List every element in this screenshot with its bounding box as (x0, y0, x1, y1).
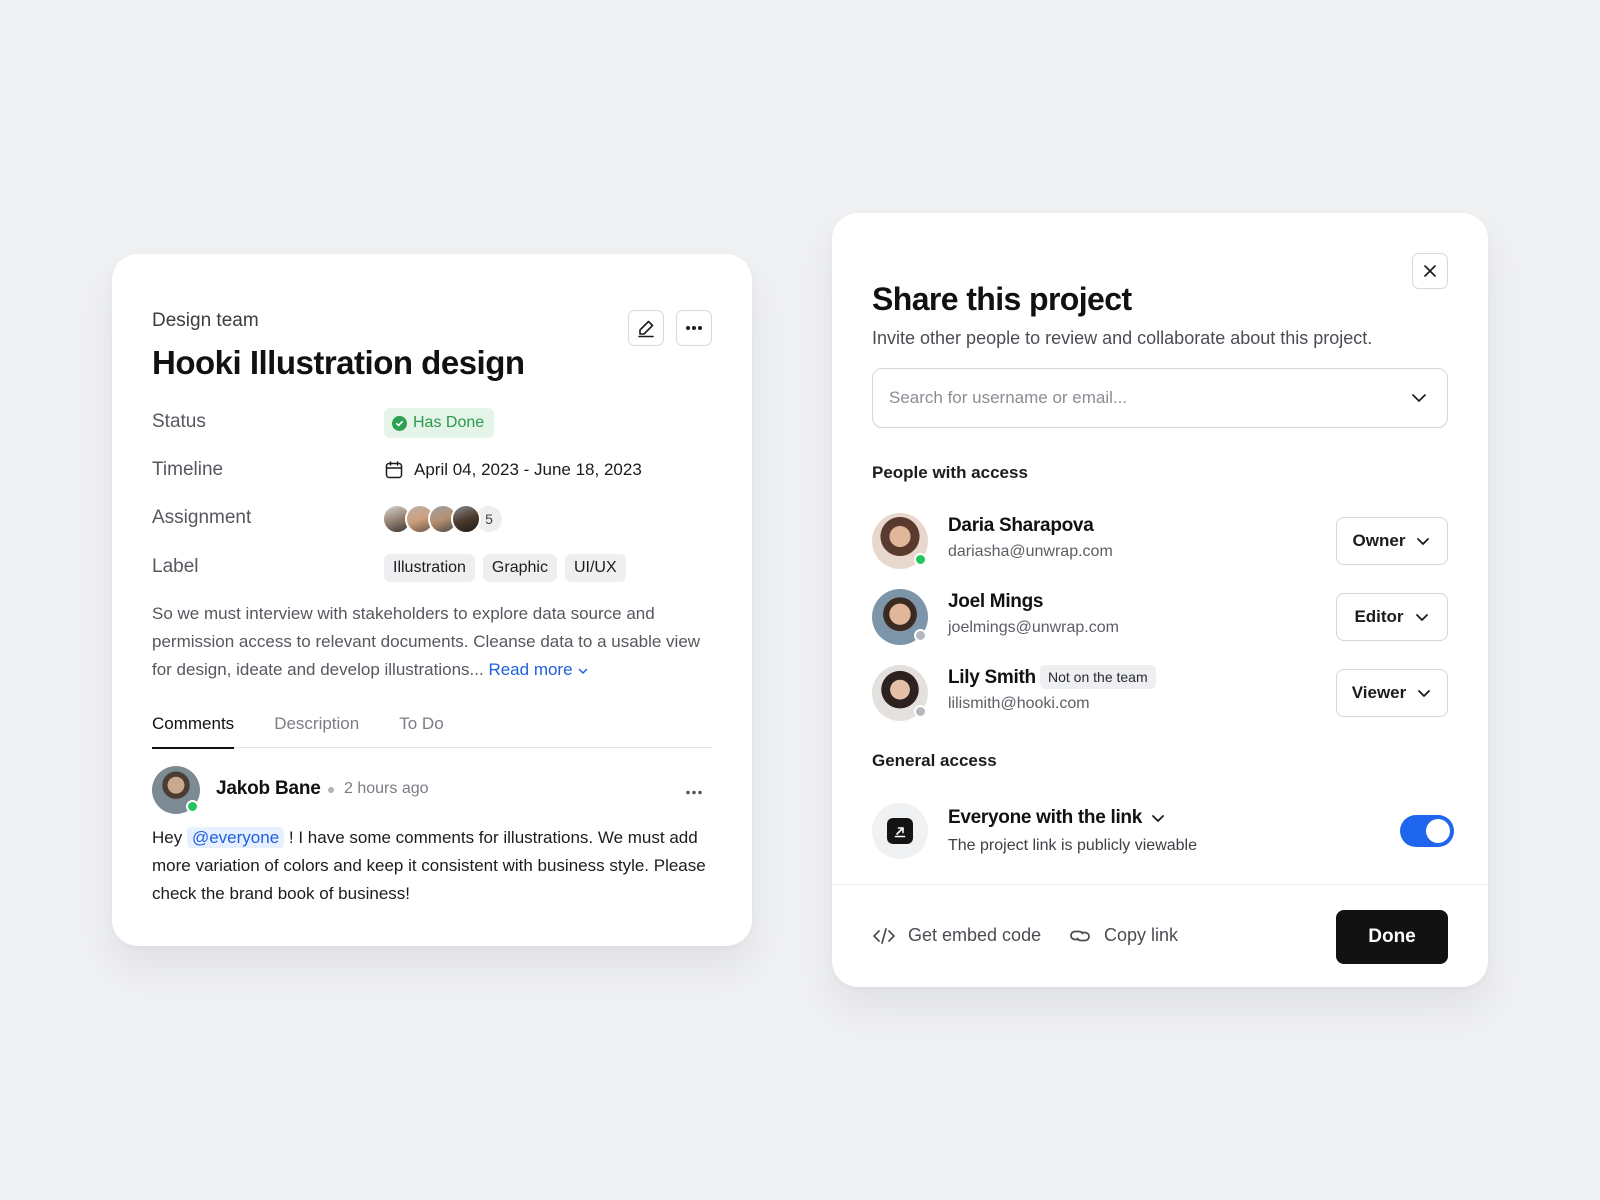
tag[interactable]: Illustration (384, 554, 475, 582)
tab-description[interactable]: Description (274, 714, 359, 748)
assignment-label: Assignment (152, 507, 252, 528)
comment-time: 2 hours ago (344, 780, 429, 797)
person-row: Joel Mings joelmings@unwrap.com Editor (872, 589, 1448, 647)
label-label: Label (152, 556, 199, 577)
general-access-row: Everyone with the link The project link … (872, 803, 1454, 861)
offline-indicator (914, 629, 927, 642)
dialog-title: Share this project (872, 281, 1132, 317)
edit-icon (638, 320, 654, 338)
tab-comments[interactable]: Comments (152, 714, 235, 749)
status-badge: Has Done (384, 408, 495, 438)
comment-avatar (152, 766, 200, 814)
tag[interactable]: Graphic (482, 554, 557, 582)
task-card: Design team Hooki Illustration design St… (112, 254, 752, 946)
person-row: Lily Smith Not on the team lilismith@hoo… (872, 665, 1448, 723)
search-input[interactable] (889, 388, 1389, 408)
online-indicator (914, 553, 927, 566)
timeline-value: April 04, 2023 - June 18, 2023 (414, 460, 642, 479)
copy-label: Copy link (1104, 925, 1179, 945)
people-search[interactable] (872, 368, 1448, 428)
close-button[interactable] (1412, 253, 1448, 289)
chevron-down-icon[interactable] (1409, 388, 1429, 408)
team-label: Design team (152, 310, 259, 331)
read-more-link[interactable]: Read more (488, 660, 589, 679)
not-on-team-badge: Not on the team (1040, 665, 1156, 689)
link-access-toggle[interactable] (1400, 815, 1454, 847)
offline-indicator (914, 705, 927, 718)
close-icon (1424, 265, 1436, 277)
role-select[interactable]: Owner (1336, 517, 1448, 565)
person-row: Daria Sharapova dariasha@unwrap.com Owne… (872, 513, 1448, 571)
copy-link-button[interactable]: Copy link (1068, 925, 1178, 946)
online-indicator (186, 800, 199, 813)
person-name: Joel Mings (948, 591, 1044, 612)
footer-divider (832, 884, 1488, 885)
more-options-button[interactable] (676, 310, 712, 346)
timeline-label: Timeline (152, 459, 224, 480)
status-label: Status (152, 411, 206, 432)
timeline: April 04, 2023 - June 18, 2023 (384, 460, 642, 480)
tag[interactable]: UI/UX (564, 554, 626, 582)
chevron-down-icon (1418, 690, 1431, 697)
role-value: Owner (1352, 531, 1406, 550)
role-value: Viewer (1351, 683, 1407, 702)
people-section-title: People with access (872, 463, 1028, 482)
link-external-icon (887, 818, 913, 844)
person-name: Lily Smith (948, 667, 1036, 688)
more-icon (686, 326, 702, 330)
role-value: Editor (1354, 607, 1404, 626)
comment-more-button[interactable] (682, 782, 706, 802)
person-email: lilismith@hooki.com (948, 695, 1090, 712)
link-access-title: Everyone with the link (948, 807, 1143, 828)
comment-text: Hey @everyone ! I have some comments for… (152, 824, 722, 908)
assignee-avatars[interactable]: 5 (382, 504, 504, 534)
check-circle-icon (392, 415, 407, 431)
done-button[interactable]: Done (1336, 910, 1448, 964)
chevron-down-icon (1152, 815, 1164, 822)
tab-bar: Comments Description To Do (152, 714, 712, 749)
role-select[interactable]: Viewer (1336, 669, 1448, 717)
general-access-title: General access (872, 751, 997, 770)
avatar (451, 504, 481, 534)
role-select[interactable]: Editor (1336, 593, 1448, 641)
description-text: So we must interview with stakeholders t… (152, 604, 701, 679)
link-icon-container (872, 803, 928, 859)
get-embed-code-button[interactable]: Get embed code (872, 925, 1041, 946)
toggle-knob (1426, 819, 1450, 843)
mention-tag[interactable]: @everyone (186, 827, 285, 848)
dialog-subtitle: Invite other people to review and collab… (872, 328, 1373, 348)
task-description: So we must interview with stakeholders t… (152, 600, 712, 684)
chevron-down-icon (1417, 538, 1430, 545)
tag-list: Illustration Graphic UI/UX (384, 554, 626, 582)
edit-button[interactable] (628, 310, 664, 346)
calendar-icon (385, 461, 403, 479)
task-title: Hooki Illustration design (152, 344, 525, 381)
tab-todo[interactable]: To Do (399, 714, 443, 748)
link-icon (1070, 930, 1090, 941)
embed-label: Get embed code (908, 925, 1042, 945)
read-more-label: Read more (488, 660, 573, 679)
person-email: joelmings@unwrap.com (948, 619, 1119, 636)
chevron-down-icon (1415, 614, 1428, 621)
link-access-select[interactable]: Everyone with the link (948, 807, 1166, 829)
code-icon (873, 927, 895, 944)
chevron-down-icon (579, 668, 588, 674)
comment-text-start: Hey (152, 828, 187, 847)
separator-dot (328, 787, 334, 793)
person-name: Daria Sharapova (948, 515, 1094, 536)
link-access-subtitle: The project link is publicly viewable (948, 837, 1197, 854)
comment-author: Jakob Bane (216, 778, 321, 799)
share-dialog: Share this project Invite other people t… (832, 213, 1488, 987)
status-value: Has Done (413, 414, 485, 431)
more-icon (686, 790, 702, 794)
person-email: dariasha@unwrap.com (948, 543, 1113, 560)
